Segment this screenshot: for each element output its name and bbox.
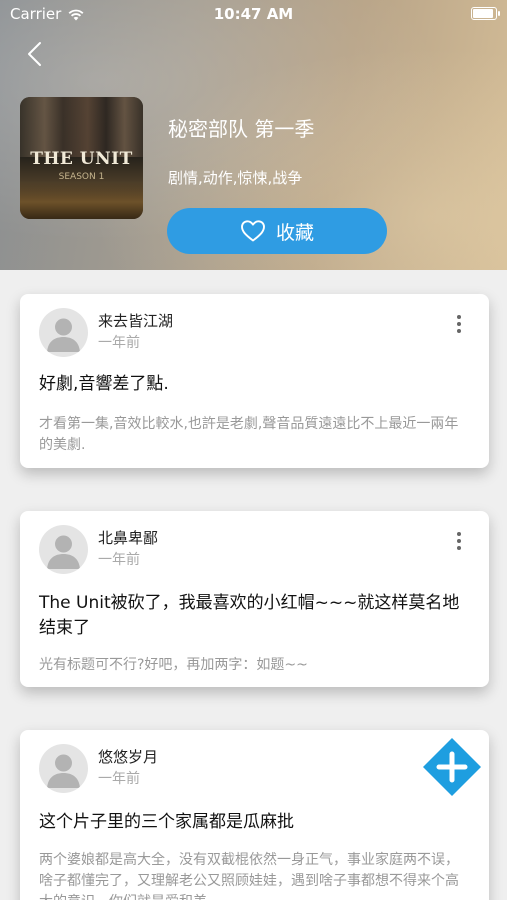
show-poster: THE UNIT SEASON 1 xyxy=(20,97,143,219)
status-bar: Carrier 10:47 AM xyxy=(0,0,507,28)
user-silhouette-icon xyxy=(47,318,80,352)
heart-icon xyxy=(241,220,265,242)
comment-username[interactable]: 来去皆江湖 xyxy=(98,310,173,331)
clock: 10:47 AM xyxy=(213,5,294,23)
comment-username[interactable]: 北鼻卑鄙 xyxy=(98,527,158,548)
show-genres: 剧情,动作,惊悚,战争 xyxy=(168,169,303,187)
user-silhouette-icon xyxy=(47,535,80,569)
show-title: 秘密部队 第一季 xyxy=(168,117,315,141)
favorite-label: 收藏 xyxy=(275,221,314,244)
comment-title: 好劇,音響差了點. xyxy=(39,374,169,394)
comment-title: The Unit被砍了，我最喜欢的小红帽~~~就这样莫名地结束了 xyxy=(39,593,460,638)
avatar[interactable] xyxy=(39,744,88,793)
plus-icon xyxy=(423,738,481,796)
comment-title: 这个片子里的三个家属都是瓜麻批 xyxy=(39,812,294,832)
chevron-left-icon xyxy=(28,42,41,66)
show-header: Carrier 10:47 AM THE UNIT SEASON 1 秘密部队 … xyxy=(0,0,507,270)
comment-body: 才看第一集,音效比較水,也許是老劇,聲音品質遠遠比不上最近一兩年的美劇. xyxy=(39,416,459,453)
comment-card[interactable]: 悠悠岁月 一年前 这个片子里的三个家属都是瓜麻批 两个婆娘都是高大全，没有双截棍… xyxy=(20,730,489,900)
comment-body: 两个婆娘都是高大全，没有双截棍依然一身正气，事业家庭两不误，啥子都懂完了，又理解… xyxy=(39,852,459,900)
comment-body: 光有标题可不行?好吧，再加两字：如题~~ xyxy=(39,657,308,673)
more-options-button[interactable] xyxy=(449,529,469,557)
avatar[interactable] xyxy=(39,525,88,574)
comment-time: 一年前 xyxy=(98,335,140,351)
comment-time: 一年前 xyxy=(98,771,140,787)
poster-subtitle: SEASON 1 xyxy=(58,172,105,182)
comment-card[interactable]: 北鼻卑鄙 一年前 The Unit被砍了，我最喜欢的小红帽~~~就这样莫名地结束… xyxy=(20,511,489,687)
more-options-button[interactable] xyxy=(449,312,469,340)
comment-card[interactable]: 来去皆江湖 一年前 好劇,音響差了點. 才看第一集,音效比較水,也許是老劇,聲音… xyxy=(20,294,489,468)
add-comment-button[interactable] xyxy=(422,737,482,797)
favorite-button[interactable]: 收藏 xyxy=(167,208,387,254)
comment-time: 一年前 xyxy=(98,552,140,568)
comment-username[interactable]: 悠悠岁月 xyxy=(98,746,158,767)
avatar[interactable] xyxy=(39,308,88,357)
battery-icon xyxy=(471,7,500,20)
poster-title: THE UNIT xyxy=(30,149,133,169)
user-silhouette-icon xyxy=(47,754,80,788)
back-button[interactable] xyxy=(20,38,52,70)
